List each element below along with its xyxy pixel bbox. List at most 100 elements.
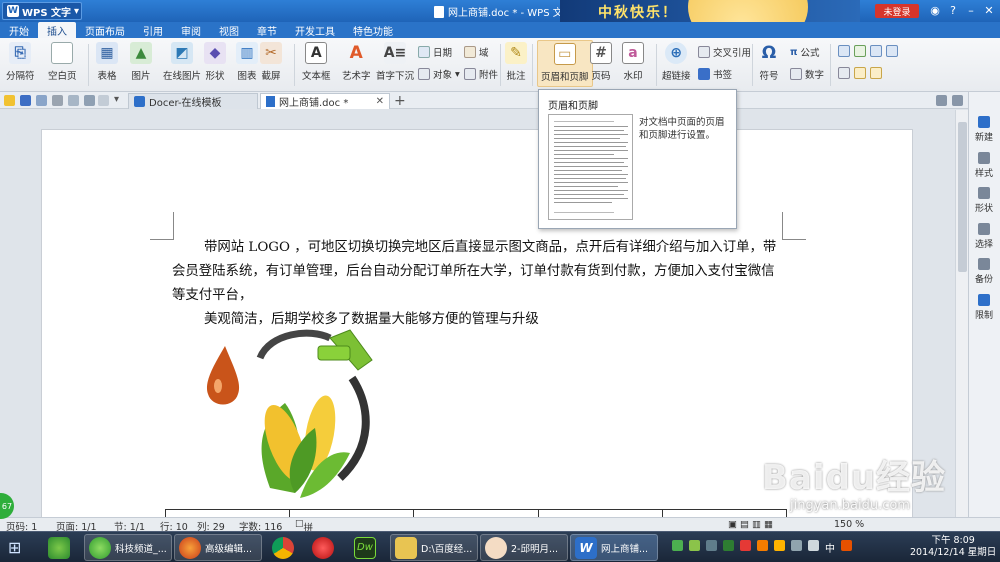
chevron-down-icon[interactable]: ▾ <box>114 94 119 105</box>
help-icon[interactable]: ? <box>946 3 960 18</box>
panel-new[interactable]: 新建 <box>969 116 999 143</box>
taskbar-item[interactable]: W 网上商铺... <box>570 534 658 561</box>
checkbox-control-icon[interactable] <box>854 45 866 57</box>
screenshot-button[interactable]: ✂ 截屏 <box>260 42 282 82</box>
new-tab-icon[interactable]: + <box>394 93 406 109</box>
date-button[interactable]: 日期 <box>418 45 452 59</box>
panel-shapes[interactable]: 形状 <box>969 187 999 214</box>
form-icon[interactable] <box>838 67 850 79</box>
close-doc-icon[interactable] <box>952 95 963 106</box>
taskbar-app-opera[interactable] <box>308 534 338 561</box>
start-button[interactable]: ⊞ <box>4 534 25 561</box>
vertical-scrollbar[interactable] <box>955 110 968 517</box>
tray-app-icon[interactable] <box>723 540 734 551</box>
watermark-button[interactable]: a 水印 <box>622 42 644 82</box>
tab-start[interactable]: 开始 <box>0 22 38 38</box>
skin-icon[interactable]: ◉ <box>928 3 942 18</box>
close-icon[interactable]: ✕ <box>982 3 996 18</box>
redo-icon[interactable] <box>98 95 109 106</box>
shield-icon[interactable] <box>672 540 683 551</box>
table-button[interactable]: ▦ 表格 <box>96 42 118 82</box>
tab-current-document[interactable]: 网上商铺.doc * ✕ <box>260 93 390 109</box>
tab-view[interactable]: 视图 <box>210 22 248 38</box>
restore-icon[interactable] <box>936 95 947 106</box>
tab-developer[interactable]: 开发工具 <box>286 22 344 38</box>
body-paragraph[interactable]: 带网站 LOGO ，可地区切换切换完地区后直接显示图文商品，点开后有详细介绍与加… <box>172 236 782 308</box>
taskbar-item[interactable]: 高级编辑... <box>174 534 262 561</box>
cross-reference-label: 交叉引用 <box>713 48 752 59</box>
ime-indicator[interactable]: 中 <box>825 540 835 555</box>
preview-line <box>554 186 618 187</box>
export-icon[interactable] <box>36 95 47 106</box>
taskbar-item[interactable]: 科技频道_... <box>84 534 172 561</box>
comment-button[interactable]: ✎ 批注 <box>505 42 527 82</box>
tray-app-icon[interactable] <box>740 540 751 551</box>
minimize-icon[interactable]: – <box>964 3 978 18</box>
shape-button[interactable]: ◆ 形状 <box>204 42 226 82</box>
formula-button[interactable]: π 公式 <box>790 45 820 60</box>
cross-reference-button[interactable]: 交叉引用 <box>698 45 751 59</box>
blank-page-button[interactable]: 空白页 <box>48 42 77 82</box>
header-footer-button[interactable]: ▭ 页眉和页脚 <box>537 40 593 87</box>
open-icon[interactable] <box>4 95 15 106</box>
close-tab-icon[interactable]: ✕ <box>376 96 384 107</box>
scrollbar-thumb[interactable] <box>958 122 967 272</box>
panel-restrict[interactable]: 限制 <box>969 294 999 321</box>
number-button[interactable]: 数字 <box>790 67 824 81</box>
hyperlink-button[interactable]: ⊕ 超链接 <box>662 42 691 82</box>
tab-references[interactable]: 引用 <box>134 22 172 38</box>
tab-review[interactable]: 审阅 <box>172 22 210 38</box>
spellcheck-toggle[interactable]: ☐ 拼写检查 <box>295 519 313 562</box>
view-mode-icons[interactable]: ▣ ▤ ▥ ▦ <box>728 519 773 530</box>
panel-styles[interactable]: 样式 <box>969 152 999 179</box>
textbox-button[interactable]: A 文本框 <box>302 42 331 82</box>
taskbar-app-chrome[interactable] <box>268 534 298 561</box>
tray-app-icon[interactable] <box>706 540 717 551</box>
tray-app-icon[interactable] <box>689 540 700 551</box>
undo-icon[interactable] <box>84 95 95 106</box>
object-button[interactable]: 对象 ▾ <box>418 67 460 81</box>
picture-button[interactable]: ▲ 图片 <box>130 42 152 82</box>
section-break-button[interactable]: ⎘ 分隔符 <box>6 42 35 82</box>
field-button[interactable]: 域 <box>464 45 489 59</box>
zoom-level[interactable]: 150 % <box>834 519 864 530</box>
tab-page-layout[interactable]: 页面布局 <box>76 22 134 38</box>
taskbar-app-360[interactable] <box>44 534 74 561</box>
taskbar-item[interactable]: 2-邱明月... <box>480 534 568 561</box>
holiday-banner[interactable]: 中秋快乐！ <box>560 0 860 22</box>
tray-app-icon[interactable] <box>774 540 785 551</box>
dropcap-button[interactable]: A≡ 首字下沉 <box>376 42 414 82</box>
fuel-corn-image[interactable] <box>200 328 380 504</box>
sogou-icon[interactable] <box>841 540 852 551</box>
tray-app-icon[interactable] <box>757 540 768 551</box>
page-number-button[interactable]: # 页码 <box>590 42 612 82</box>
tab-docer-templates[interactable]: Docer-在线模板 <box>128 93 258 109</box>
tab-special[interactable]: 特色功能 <box>344 22 402 38</box>
online-picture-button[interactable]: ◩ 在线图片 <box>163 42 201 82</box>
volume-icon[interactable] <box>808 540 819 551</box>
design-mode-icon[interactable] <box>854 67 866 79</box>
taskbar-item[interactable]: D:\百度经... <box>390 534 478 561</box>
textfield-control-icon[interactable] <box>838 45 850 57</box>
save-icon[interactable] <box>20 95 31 106</box>
bookmark-button[interactable]: 书签 <box>698 67 732 81</box>
tab-insert[interactable]: 插入 <box>38 22 76 38</box>
taskbar-app-dreamweaver[interactable]: Dw <box>350 534 380 561</box>
network-icon[interactable] <box>791 540 802 551</box>
panel-select[interactable]: 选择 <box>969 223 999 250</box>
symbol-button[interactable]: Ω 符号 <box>758 42 780 82</box>
lock-icon[interactable] <box>870 67 882 79</box>
wps-menu-button[interactable]: W WPS 文字 ▾ <box>2 2 82 20</box>
list-control-icon[interactable] <box>886 45 898 57</box>
panel-backup[interactable]: 备份 <box>969 258 999 285</box>
preview-line <box>554 142 628 143</box>
chart-button[interactable]: ▥ 图表 <box>236 42 258 82</box>
attachment-button[interactable]: 附件 <box>464 67 498 81</box>
login-button[interactable]: 未登录 <box>875 4 919 18</box>
preview-icon[interactable] <box>68 95 79 106</box>
tab-chapter[interactable]: 章节 <box>248 22 286 38</box>
taskbar-clock[interactable]: 下午 8:09 2014/12/14 星期日 <box>910 535 996 559</box>
wordart-button[interactable]: A 艺术字 <box>342 42 371 82</box>
combobox-control-icon[interactable] <box>870 45 882 57</box>
print-icon[interactable] <box>52 95 63 106</box>
